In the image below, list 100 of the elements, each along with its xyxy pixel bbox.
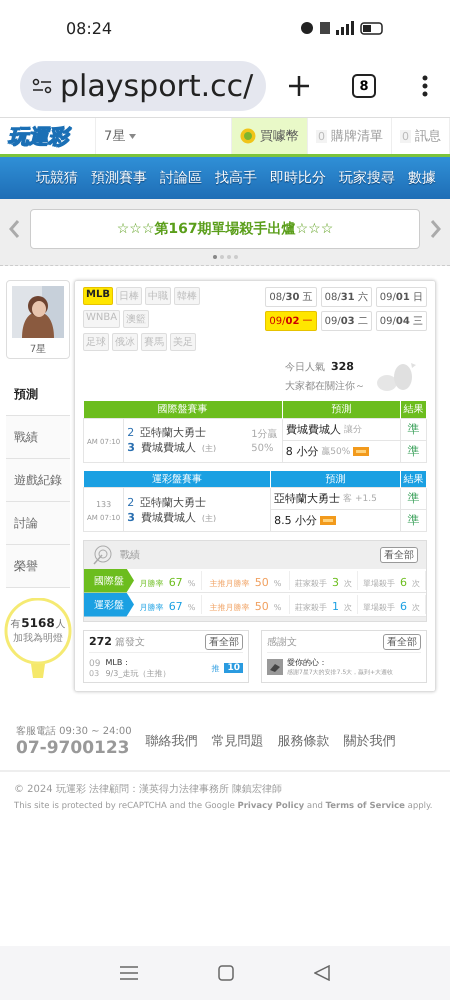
date-tab[interactable]: 09/01 日 (376, 287, 427, 307)
footer-link[interactable]: 關於我們 (344, 732, 396, 750)
popularity-label: 今日人氣 (285, 360, 325, 374)
score-note: 1分贏 (251, 428, 278, 440)
prediction-text: 亞特蘭大勇士 (274, 491, 340, 506)
thanks-title: 感謝文 (267, 636, 297, 649)
column-header: 預測 (282, 401, 400, 418)
stat-unit: % (188, 603, 196, 612)
stat-unit: % (274, 603, 282, 612)
game-number: 133 (96, 500, 112, 508)
column-header: 結果 (400, 470, 426, 488)
sidebar-tab[interactable]: 討論 (6, 502, 70, 545)
team-name: 亞特蘭大勇士 (140, 425, 206, 440)
stat-value: 6 (400, 576, 408, 589)
post-day: 03 (89, 668, 100, 678)
stat-unit: 次 (412, 579, 420, 588)
stat-unit: % (274, 579, 282, 588)
footer-link[interactable]: 常見問題 (212, 732, 264, 750)
date-tab[interactable]: 09/04 三 (376, 311, 427, 331)
team-score: 2 (127, 426, 134, 439)
nav-link[interactable]: 玩家搜尋 (339, 169, 395, 187)
new-tab-icon[interactable] (288, 75, 310, 97)
market-label: 運彩盤 (84, 592, 134, 616)
fans-caption: 加我為明燈 (13, 632, 63, 645)
battery-icon (360, 22, 384, 34)
footer-link[interactable]: 服務條款 (278, 732, 330, 750)
stat-label: 月勝率 (140, 603, 164, 612)
site-settings-icon[interactable] (32, 78, 52, 94)
prediction-note: 讓分 (344, 424, 362, 436)
stat-value: 1 (332, 600, 340, 613)
team-score: 2 (127, 496, 134, 508)
view-all-button[interactable]: 看全部 (380, 547, 418, 563)
nav-link[interactable]: 預測賽事 (91, 169, 147, 187)
buy-coin-button[interactable]: 買噱幣 (232, 118, 308, 154)
stat-value: 50 (254, 600, 269, 613)
home-mark: (主) (202, 443, 216, 454)
sidebar-tab[interactable]: 榮譽 (6, 545, 70, 588)
thanks-post-title: 愛你的心： (287, 657, 328, 668)
stat-unit: 次 (344, 603, 352, 612)
stat-value: 67 (168, 576, 183, 589)
result-mark: 準 (408, 491, 420, 505)
stat-label: 主推月勝率 (210, 579, 250, 588)
stat-label: 主推月勝率 (210, 603, 250, 612)
column-header: 運彩盤賽事 (84, 470, 271, 488)
date-tab[interactable]: 08/31 六 (320, 287, 372, 307)
market-label: 國際盤 (84, 568, 134, 592)
menu-icon[interactable] (422, 75, 428, 97)
post-count-label: 篇發文 (114, 636, 145, 649)
nav-link[interactable]: 數據 (408, 169, 436, 187)
view-all-button[interactable]: 看全部 (383, 634, 421, 650)
stat-unit: 次 (344, 579, 352, 588)
nav-link[interactable]: 即時比分 (270, 169, 326, 187)
prediction-note: 贏50% (321, 446, 350, 458)
popularity-count: 328 (331, 360, 354, 372)
date-tab[interactable]: 08/30 五 (265, 287, 317, 307)
result-mark: 準 (408, 422, 420, 436)
fans-label: 有 (10, 618, 20, 631)
prediction-text: 8.5 小分 (274, 513, 318, 528)
stat-value: 3 (332, 576, 340, 589)
fans-label: 人 (56, 618, 66, 631)
popularity-caption: 大家都在關注你～ (285, 380, 365, 392)
nav-link[interactable]: 找高手 (215, 169, 257, 187)
team-name: 費城費城人 (140, 440, 196, 455)
column-header: 國際盤賽事 (84, 401, 282, 418)
back-icon[interactable] (314, 965, 330, 981)
signal-icon (336, 21, 354, 35)
stat-label: 單場殺手 (362, 579, 395, 588)
view-all-button[interactable]: 看全部 (205, 634, 243, 650)
sidebar-tab[interactable]: 遊戲紀錄 (6, 459, 70, 502)
banner-headline[interactable]: ☆☆☆第167期單場殺手出爐☆☆☆ (30, 209, 420, 249)
thumbnail-icon (267, 659, 283, 675)
footer-link[interactable]: 聯絡我們 (146, 732, 198, 750)
stat-value: 6 (400, 600, 408, 613)
result-mark: 準 (408, 513, 420, 527)
team-name: 費城費城人 (140, 510, 196, 524)
copyright-text: © 2024 玩運彩 法律顧問：漢英得力法律事務所 陳鎮宏律師 (14, 782, 284, 796)
date-tab[interactable]: 09/02 一 (265, 311, 317, 331)
home-icon[interactable] (218, 965, 234, 981)
profile-name: 7星 (30, 343, 46, 356)
date-tab[interactable]: 09/03 二 (320, 311, 372, 331)
tab-count-button[interactable]: 8 (352, 74, 376, 98)
stat-value: 67 (168, 600, 183, 613)
home-mark: (主) (202, 512, 216, 524)
stat-label: 莊家殺手 (294, 579, 327, 588)
status-time: 08:24 (66, 18, 112, 38)
sidebar-tab[interactable]: 戰績 (6, 416, 70, 459)
service-phone: 07-9700123 (16, 738, 131, 758)
post-month: 09 (89, 658, 100, 668)
nav-link[interactable]: 玩競猜 (36, 169, 78, 187)
url-field[interactable]: playsport.cc/ (20, 61, 266, 111)
league-tab[interactable]: MLB (83, 287, 113, 305)
post-count: 272 (89, 635, 112, 648)
stat-label: 莊家殺手 (294, 603, 327, 612)
stat-unit: % (188, 579, 196, 588)
team-score: 3 (127, 441, 135, 454)
column-header: 預測 (270, 470, 400, 488)
fans-count: 5168 (21, 616, 55, 630)
pager-dots (212, 255, 238, 259)
nav-link[interactable]: 討論區 (160, 169, 202, 187)
team-score: 3 (127, 510, 135, 524)
